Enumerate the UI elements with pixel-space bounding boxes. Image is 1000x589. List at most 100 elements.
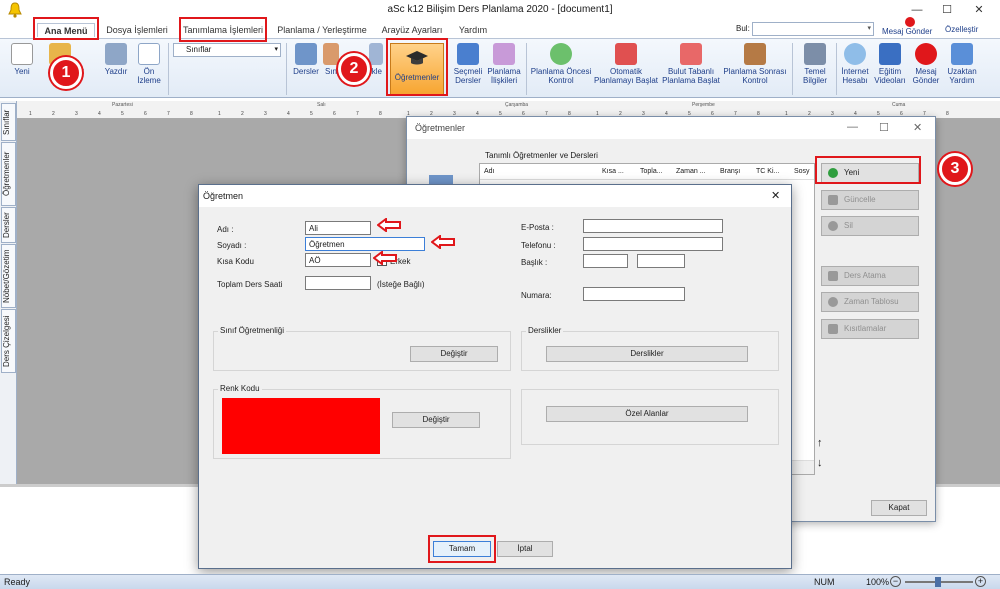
minimize-button[interactable]: —	[910, 3, 924, 17]
constraints-button[interactable]: Kısıtlamalar	[821, 319, 919, 339]
ribbon-separator	[836, 43, 837, 95]
app-bell-icon[interactable]	[8, 2, 22, 18]
vtab-schedule[interactable]: Ders Çizelgesi	[1, 309, 16, 373]
tab-help[interactable]: Yardım	[456, 23, 490, 37]
vtab-teachers[interactable]: Öğretmenler	[1, 142, 16, 206]
move-up-icon[interactable]: ↑	[817, 437, 823, 449]
col-header[interactable]: Sosy	[794, 168, 810, 175]
cancel-button[interactable]: İptal	[497, 541, 553, 557]
vtab-duty[interactable]: Nöbet/Gözetim	[1, 244, 16, 308]
period-number: 1	[218, 111, 221, 117]
zoom-slider[interactable]	[905, 577, 973, 587]
auto-planning-button[interactable]: Otomatik Planlamayı Başlat	[592, 43, 660, 85]
zoom-in-icon[interactable]: +	[975, 576, 986, 587]
close-button[interactable]: ✕	[972, 3, 986, 17]
teachers-close-button[interactable]: ✕	[913, 121, 922, 134]
teachers-window-title: Öğretmenler	[415, 123, 466, 133]
highlight-teachers-button	[386, 38, 448, 96]
maximize-button[interactable]: ☐	[940, 3, 954, 17]
col-header[interactable]: Topla...	[640, 168, 663, 175]
network-icon	[493, 43, 515, 65]
zoom-out-icon[interactable]: −	[890, 576, 901, 587]
classrooms-button-dialog[interactable]: Derslikler	[546, 346, 748, 362]
print-preview-button[interactable]: Ön İzleme	[134, 43, 164, 85]
update-teacher-button[interactable]: Güncelle	[821, 190, 919, 210]
arrow-left-icon	[431, 235, 455, 249]
name-field[interactable]: Ali	[305, 221, 371, 235]
zoom-slider-thumb[interactable]	[935, 577, 941, 587]
total-hours-label: Toplam Ders Saati	[217, 280, 283, 289]
col-header[interactable]: Adı	[484, 168, 495, 175]
remote-help-icon	[951, 43, 973, 65]
customize-menu[interactable]: Özelleştir	[945, 25, 978, 34]
number-field[interactable]	[583, 287, 685, 301]
elective-lessons-button[interactable]: Seçmeli Dersler	[450, 43, 486, 85]
message-icon	[915, 43, 937, 65]
pre-check-button[interactable]: Planlama Öncesi Kontrol	[530, 43, 592, 85]
elective-label: Seçmeli Dersler	[453, 67, 483, 85]
planning-relations-label: Planlama İlişkileri	[487, 67, 521, 85]
day-label: Perşembe	[692, 102, 715, 108]
edu-videos-button[interactable]: Eğitim Videoları	[872, 43, 908, 85]
planning-relations-button[interactable]: Planlama İlişkileri	[486, 43, 522, 85]
preview-label: Ön İzleme	[137, 67, 161, 85]
title-field-1[interactable]	[583, 254, 628, 268]
total-hours-field[interactable]	[305, 276, 371, 290]
class-selector-value: Sınıflar	[186, 45, 212, 54]
period-number: 3	[75, 111, 78, 117]
title-bar: aSc k12 Bilişim Ders Planlama 2020 - [do…	[0, 0, 1000, 20]
tab-file-operations[interactable]: Dosya İşlemleri	[103, 23, 171, 37]
class-selector[interactable]: Sınıflar ▾	[173, 43, 281, 57]
basic-info-button[interactable]: Temel Bilgiler	[796, 43, 834, 85]
teachers-minimize-button[interactable]: —	[847, 121, 858, 133]
delete-teacher-button[interactable]: Sil	[821, 216, 919, 236]
lesson-assign-button[interactable]: Ders Atama	[821, 266, 919, 286]
minus-icon	[828, 221, 838, 231]
header-message-send[interactable]: Mesaj Gönder	[882, 27, 932, 36]
special-fields-button[interactable]: Özel Alanlar	[546, 406, 748, 422]
tab-planning[interactable]: Planlama / Yerleştirme	[277, 23, 367, 37]
cloud-planning-button[interactable]: Bulut Tabanlı Planlama Başlat	[662, 43, 720, 85]
find-input[interactable]: ▾	[752, 22, 874, 36]
col-header[interactable]: Branşı	[720, 168, 740, 175]
pre-check-label: Planlama Öncesi Kontrol	[530, 67, 592, 85]
chevron-down-icon: ▾	[867, 25, 871, 32]
period-number: 6	[333, 111, 336, 117]
title-field-2[interactable]	[637, 254, 685, 268]
basic-info-label: Temel Bilgiler	[802, 67, 827, 85]
ribbon-message-send-button[interactable]: Mesaj Gönder	[910, 43, 942, 85]
tab-interface[interactable]: Arayüz Ayarları	[380, 23, 444, 37]
dialog-close-button[interactable]: ✕	[771, 189, 780, 202]
col-header[interactable]: Kısa ...	[602, 168, 624, 175]
surname-field[interactable]: Öğretmen	[305, 237, 425, 251]
time-table-button[interactable]: Zaman Tablosu	[821, 292, 919, 312]
new-file-button[interactable]: Yeni	[8, 43, 36, 76]
remote-help-button[interactable]: Uzaktan Yardım	[942, 43, 982, 85]
homeroom-change-button[interactable]: Değiştir	[410, 346, 498, 362]
teachers-maximize-button[interactable]: ☐	[879, 121, 889, 134]
short-code-field[interactable]: AÖ	[305, 253, 371, 267]
move-down-icon[interactable]: ↓	[817, 457, 823, 469]
print-button[interactable]: Yazdır	[100, 43, 132, 76]
period-number: 6	[144, 111, 147, 117]
close-teachers-button[interactable]: Kapat	[871, 500, 927, 516]
color-group-label: Renk Kodu	[218, 384, 262, 393]
building-icon	[804, 43, 826, 65]
check-circle-icon	[550, 43, 572, 65]
col-header[interactable]: TC Ki...	[756, 168, 779, 175]
time-table-label: Zaman Tablosu	[844, 297, 899, 306]
email-field[interactable]	[583, 219, 723, 233]
col-header[interactable]: Zaman ...	[676, 168, 706, 175]
vtab-classes[interactable]: Sınıflar	[1, 103, 16, 141]
post-check-button[interactable]: Planlama Sonrası Kontrol	[722, 43, 788, 85]
lessons-button[interactable]: Dersler	[290, 43, 322, 76]
vtab-lessons[interactable]: Dersler	[1, 207, 16, 243]
window-title: aSc k12 Bilişim Ders Planlama 2020 - [do…	[387, 4, 613, 15]
color-swatch[interactable]	[222, 398, 380, 454]
color-change-button[interactable]: Değiştir	[392, 412, 480, 428]
video-icon	[879, 43, 901, 65]
message-send-icon	[905, 17, 915, 27]
left-tab-strip: Sınıflar Öğretmenler Dersler Nöbet/Gözet…	[0, 101, 17, 489]
internet-account-button[interactable]: İnternet Hesabı	[838, 43, 872, 85]
phone-field[interactable]	[583, 237, 723, 251]
